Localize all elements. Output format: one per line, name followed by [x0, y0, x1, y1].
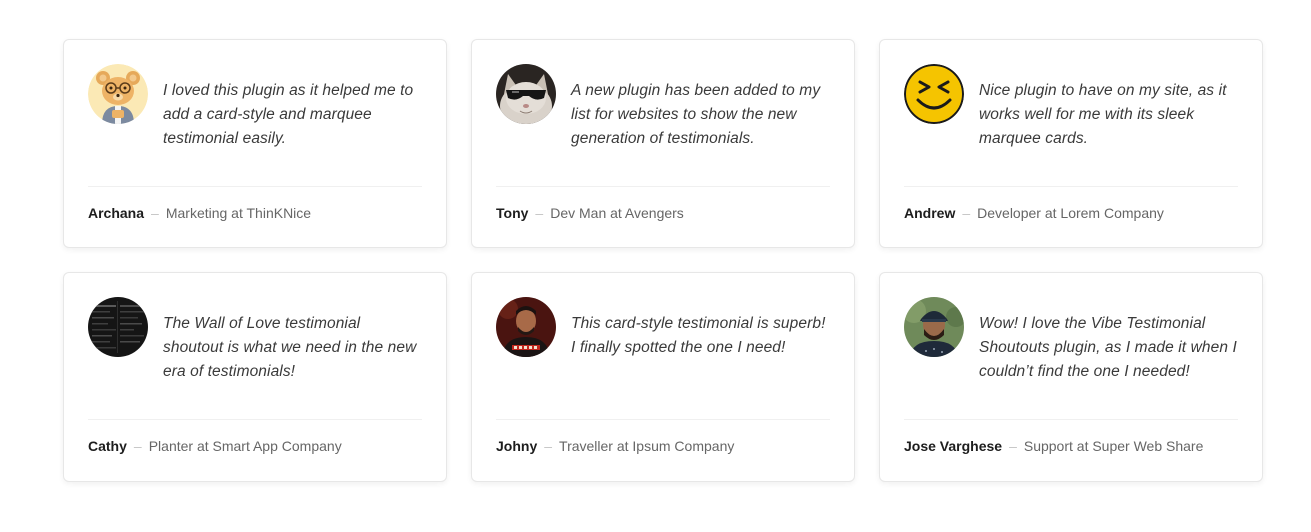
testimonial-author: Archana – Marketing at ThinKNice [88, 204, 311, 222]
testimonial-card: A new plugin has been added to my list f… [471, 39, 855, 248]
author-name: Andrew [904, 205, 956, 221]
author-separator: – [133, 438, 142, 454]
author-role: Support at Super Web Share [1023, 438, 1204, 454]
testimonial-author: Tony – Dev Man at Avengers [496, 204, 684, 222]
divider [904, 419, 1238, 420]
divider [88, 186, 422, 187]
author-name: Archana [88, 205, 145, 221]
testimonial-author: Johny – Traveller at Ipsum Company [496, 437, 734, 455]
testimonial-card: Wow! I love the Vibe Testimonial Shoutou… [879, 272, 1263, 482]
smiley-face-avatar [904, 64, 964, 124]
divider [88, 419, 422, 420]
author-name: Tony [496, 205, 529, 221]
cat-sunglasses-avatar [496, 64, 556, 124]
testimonial-quote: Wow! I love the Vibe Testimonial Shoutou… [979, 315, 1237, 380]
testimonial-author: Jose Varghese – Support at Super Web Share [904, 437, 1203, 455]
author-role: Traveller at Ipsum Company [559, 438, 735, 454]
divider [496, 186, 830, 187]
testimonial-body: This card-style testimonial is superb! I… [496, 297, 830, 419]
author-role: Developer at Lorem Company [977, 205, 1164, 221]
testimonial-body: I loved this plugin as it helped me to a… [88, 64, 422, 186]
dark-screen-avatar [88, 297, 148, 357]
testimonial-card: The Wall of Love testimonial shoutout is… [63, 272, 447, 482]
testimonial-body: Nice plugin to have on my site, as it wo… [904, 64, 1238, 186]
testimonial-card: Nice plugin to have on my site, as it wo… [879, 39, 1263, 248]
testimonial-body: A new plugin has been added to my list f… [496, 64, 830, 186]
author-separator: – [1009, 438, 1017, 454]
author-name: Johny [496, 438, 538, 454]
author-separator: – [962, 205, 971, 221]
testimonial-quote: A new plugin has been added to my list f… [571, 82, 821, 147]
testimonial-card: This card-style testimonial is superb! I… [471, 272, 855, 482]
testimonial-grid: I loved this plugin as it helped me to a… [63, 39, 1263, 482]
man-portrait-avatar [496, 297, 556, 357]
testimonial-quote: This card-style testimonial is superb! I… [571, 315, 826, 356]
author-role: Dev Man at Avengers [550, 205, 684, 221]
testimonial-card: I loved this plugin as it helped me to a… [63, 39, 447, 248]
man-cap-avatar [904, 297, 964, 357]
author-name: Cathy [88, 438, 127, 454]
author-role: Marketing at ThinKNice [165, 205, 312, 221]
testimonial-author: Cathy – Planter at Smart App Company [88, 437, 342, 455]
author-name: Jose Varghese [904, 438, 1003, 454]
teddy-bear-avatar [88, 64, 148, 124]
divider [904, 186, 1238, 187]
author-separator: – [544, 438, 553, 454]
divider [496, 419, 830, 420]
testimonial-author: Andrew – Developer at Lorem Company [904, 204, 1164, 222]
testimonial-quote: The Wall of Love testimonial shoutout is… [163, 315, 417, 380]
testimonial-body: The Wall of Love testimonial shoutout is… [88, 297, 422, 419]
author-role: Planter at Smart App Company [148, 438, 342, 454]
testimonial-quote: Nice plugin to have on my site, as it wo… [979, 82, 1227, 147]
author-separator: – [151, 205, 159, 221]
testimonial-body: Wow! I love the Vibe Testimonial Shoutou… [904, 297, 1238, 419]
author-separator: – [535, 205, 544, 221]
testimonial-quote: I loved this plugin as it helped me to a… [163, 82, 414, 147]
